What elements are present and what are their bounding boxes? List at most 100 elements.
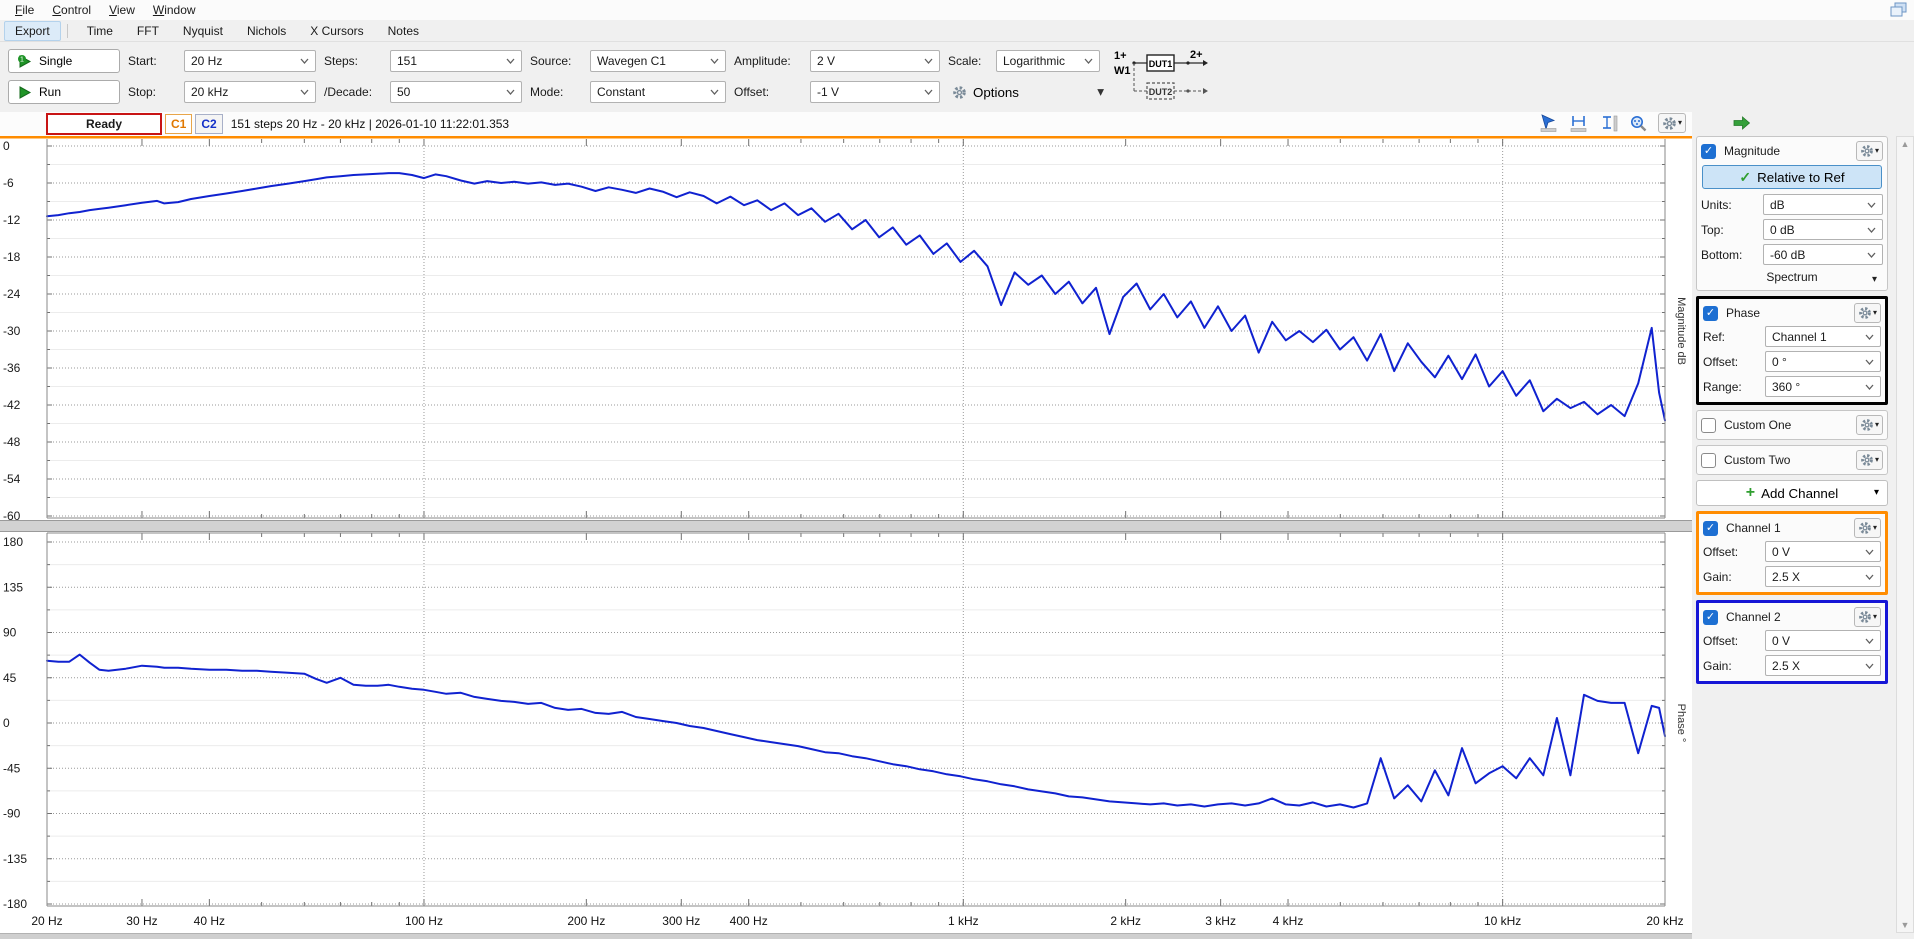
chevron-down-icon <box>300 58 309 64</box>
units-value: dB <box>1770 198 1785 212</box>
tab-notes[interactable]: Notes <box>377 21 430 41</box>
channel2-gain-value: 2.5 X <box>1772 659 1800 673</box>
magnitude-settings-button[interactable]: ▾ <box>1856 141 1883 161</box>
steps-label: Steps: <box>324 54 382 68</box>
chevron-down-icon <box>300 89 309 95</box>
range-label: Range: <box>1703 380 1765 394</box>
plot-settings-button[interactable]: ▾ <box>1658 113 1686 133</box>
single-button-label: Single <box>39 54 72 68</box>
plot-splitter[interactable] <box>0 520 1692 532</box>
y-cursors-tool-icon[interactable] <box>1599 114 1619 132</box>
panel-toolbar <box>1692 112 1914 136</box>
bottom-select[interactable]: -60 dB <box>1763 244 1883 265</box>
caret-down-icon: ▾ <box>1873 309 1877 317</box>
relative-to-ref-button[interactable]: ✓ Relative to Ref <box>1702 165 1882 189</box>
amplitude-select[interactable]: 2 V <box>810 50 940 72</box>
range-select[interactable]: 360 ° <box>1765 376 1881 397</box>
offset-select[interactable]: -1 V <box>810 81 940 103</box>
channel2-checkbox[interactable]: ✓ <box>1703 610 1718 625</box>
chevron-down-icon <box>1865 574 1874 580</box>
channel1-offset-value: 0 V <box>1772 545 1790 559</box>
single-play-icon: 1 <box>17 54 32 69</box>
phase-checkbox[interactable]: ✓ <box>1703 306 1718 321</box>
steps-select[interactable]: 151 <box>390 50 522 72</box>
svg-text:1+: 1+ <box>1114 50 1127 62</box>
chevron-down-icon <box>1865 549 1874 555</box>
custom-one-settings-button[interactable]: ▾ <box>1856 415 1883 435</box>
channel1-badge[interactable]: C1 <box>165 114 192 134</box>
restore-window-icon[interactable] <box>1889 2 1908 21</box>
svg-text:1 kHz: 1 kHz <box>948 914 979 928</box>
spectrum-selector[interactable]: Spectrum ▾ <box>1701 267 1883 287</box>
channel1-gain-select[interactable]: 2.5 X <box>1765 566 1881 587</box>
channel1-settings-button[interactable]: ▾ <box>1854 518 1881 538</box>
mode-value: Constant <box>597 85 645 99</box>
run-play-icon <box>17 85 32 100</box>
menu-view[interactable]: View <box>100 1 144 19</box>
channel2-gain-select[interactable]: 2.5 X <box>1765 655 1881 676</box>
chevron-down-icon <box>1867 227 1876 233</box>
magnitude-plot[interactable]: 0-6-12-18-24-30-36-42-48-54-60Magnitude … <box>0 136 1692 520</box>
stop-label: Stop: <box>128 85 176 99</box>
bode-plot-area: 0-6-12-18-24-30-36-42-48-54-60Magnitude … <box>0 136 1692 939</box>
channel1-checkbox[interactable]: ✓ <box>1703 521 1718 536</box>
tab-export[interactable]: Export <box>4 21 61 41</box>
caret-down-icon: ▾ <box>1872 270 1877 290</box>
export-arrow-icon[interactable] <box>1732 116 1752 133</box>
channel2-badge[interactable]: C2 <box>195 114 222 134</box>
tab-time[interactable]: Time <box>76 21 124 41</box>
gear-icon <box>1860 453 1874 467</box>
svg-text:10 kHz: 10 kHz <box>1484 914 1521 928</box>
phase-offset-label: Offset: <box>1703 355 1765 369</box>
scroll-down-icon[interactable]: ▼ <box>1901 918 1910 932</box>
scroll-up-icon[interactable]: ▲ <box>1901 137 1910 151</box>
source-select[interactable]: Wavegen C1 <box>590 50 726 72</box>
channel2-settings-button[interactable]: ▾ <box>1854 607 1881 627</box>
channel2-offset-select[interactable]: 0 V <box>1765 630 1881 651</box>
channel1-offset-select[interactable]: 0 V <box>1765 541 1881 562</box>
amplitude-value: 2 V <box>817 54 835 68</box>
single-button[interactable]: 1 Single <box>8 49 120 73</box>
tab-fft[interactable]: FFT <box>126 21 170 41</box>
x-cursors-tool-icon[interactable] <box>1569 114 1589 132</box>
svg-text:DUT2: DUT2 <box>1149 87 1173 97</box>
amplitude-label: Amplitude: <box>734 54 802 68</box>
scale-select[interactable]: Logarithmic <box>996 50 1100 72</box>
svg-text:-36: -36 <box>3 361 21 375</box>
chevron-down-icon <box>1867 252 1876 258</box>
units-select[interactable]: dB <box>1763 194 1883 215</box>
ref-select[interactable]: Channel 1 <box>1765 326 1881 347</box>
magnitude-checkbox[interactable]: ✓ <box>1701 144 1716 159</box>
options-button[interactable]: Options ▾ <box>948 81 1108 103</box>
phase-plot[interactable]: 18013590450-45-90-135-180Phase ° <box>0 532 1692 910</box>
start-select[interactable]: 20 Hz <box>184 50 316 72</box>
channel2-gain-label: Gain: <box>1703 659 1765 673</box>
stop-value: 20 kHz <box>191 85 228 99</box>
channel1-gain-label: Gain: <box>1703 570 1765 584</box>
channel1-offset-label: Offset: <box>1703 545 1765 559</box>
stop-select[interactable]: 20 kHz <box>184 81 316 103</box>
phase-settings-button[interactable]: ▾ <box>1854 303 1881 323</box>
pointer-tool-icon[interactable] <box>1539 114 1559 132</box>
zoom-tool-icon[interactable] <box>1629 114 1648 132</box>
per-decade-select[interactable]: 50 <box>390 81 522 103</box>
svg-text:20 Hz: 20 Hz <box>31 914 62 928</box>
custom-two-settings-button[interactable]: ▾ <box>1856 450 1883 470</box>
panel-scrollbar[interactable]: ▲ ▼ <box>1896 136 1914 933</box>
custom-two-checkbox[interactable] <box>1701 453 1716 468</box>
tab-nichols[interactable]: Nichols <box>236 21 297 41</box>
menu-file[interactable]: File <box>6 1 43 19</box>
custom-one-title: Custom One <box>1724 418 1856 432</box>
top-select[interactable]: 0 dB <box>1763 219 1883 240</box>
phase-offset-select[interactable]: 0 ° <box>1765 351 1881 372</box>
tab-nyquist[interactable]: Nyquist <box>172 21 234 41</box>
menu-control[interactable]: Control <box>43 1 100 19</box>
custom-one-checkbox[interactable] <box>1701 418 1716 433</box>
tab-x-cursors[interactable]: X Cursors <box>299 21 374 41</box>
spectrum-label: Spectrum <box>1766 270 1817 284</box>
mode-select[interactable]: Constant <box>590 81 726 103</box>
run-button[interactable]: Run <box>8 80 120 104</box>
add-channel-button[interactable]: + Add Channel ▾ <box>1696 480 1888 506</box>
menu-window[interactable]: Window <box>144 1 205 19</box>
statusbar: Ready C1 C2 151 steps 20 Hz - 20 kHz | 2… <box>0 112 1692 136</box>
